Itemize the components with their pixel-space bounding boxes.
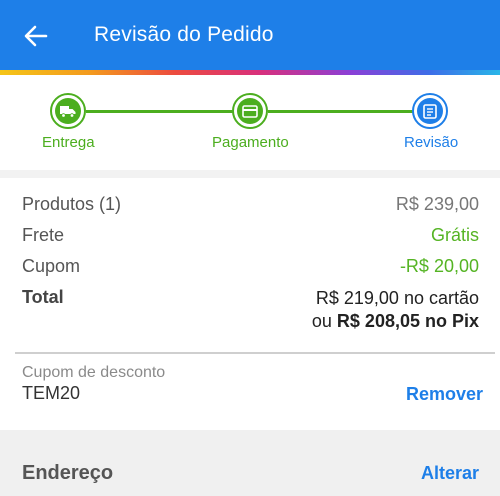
coupon-discount-value: -R$ 20,00 <box>399 256 479 276</box>
step-label-pagamento: Pagamento <box>212 134 289 151</box>
coupon-discount-label: Cupom <box>22 256 81 276</box>
step-revisao[interactable] <box>412 93 448 129</box>
total-card-value: R$ 219,00 no cartão <box>315 288 479 308</box>
summary-row-shipping: Frete Grátis <box>22 225 479 246</box>
products-label: Produtos (1) <box>22 194 122 214</box>
products-value: R$ 239,00 <box>395 194 479 214</box>
total-label: Total <box>22 287 64 307</box>
remove-coupon-button[interactable]: Remover <box>406 384 483 405</box>
checkout-stepper: Entrega Pagamento Revisão <box>0 75 500 170</box>
coupon-code: TEM20 <box>22 383 81 403</box>
step-entrega[interactable] <box>50 93 86 129</box>
page-title: Revisão do Pedido <box>94 23 274 46</box>
coupon-field-label: Cupom de desconto <box>22 364 166 381</box>
total-pix-line: ou R$ 208,05 no Pix <box>312 310 479 333</box>
step-connector <box>268 110 414 113</box>
order-summary: Produtos (1) R$ 239,00 Frete Grátis Cupo… <box>0 178 500 353</box>
receipt-icon <box>423 103 437 119</box>
summary-row-products: Produtos (1) R$ 239,00 <box>22 194 479 215</box>
address-title: Endereço <box>22 462 114 484</box>
shipping-label: Frete <box>22 225 65 245</box>
total-value: R$ 219,00 no cartão ou R$ 208,05 no Pix <box>312 287 479 333</box>
coupon-separator <box>15 352 495 354</box>
total-pix-prefix: ou <box>311 311 332 331</box>
step-label-entrega: Entrega <box>42 134 95 151</box>
step-connector <box>86 110 234 113</box>
credit-card-icon <box>242 104 258 118</box>
step-label-revisao: Revisão <box>404 134 459 151</box>
shipping-value: Grátis <box>430 225 479 245</box>
step-pagamento[interactable] <box>232 93 268 129</box>
app-bar: Revisão do Pedido <box>0 0 500 70</box>
back-button[interactable] <box>22 22 50 50</box>
arrow-left-icon <box>24 25 48 47</box>
summary-row-coupon: Cupom -R$ 20,00 <box>22 256 479 277</box>
address-section: Endereço Alterar <box>0 430 500 496</box>
section-divider <box>0 170 500 178</box>
change-address-button[interactable]: Alterar <box>421 463 479 484</box>
truck-icon <box>60 106 76 118</box>
total-pix-value: R$ 208,05 no Pix <box>336 311 479 331</box>
